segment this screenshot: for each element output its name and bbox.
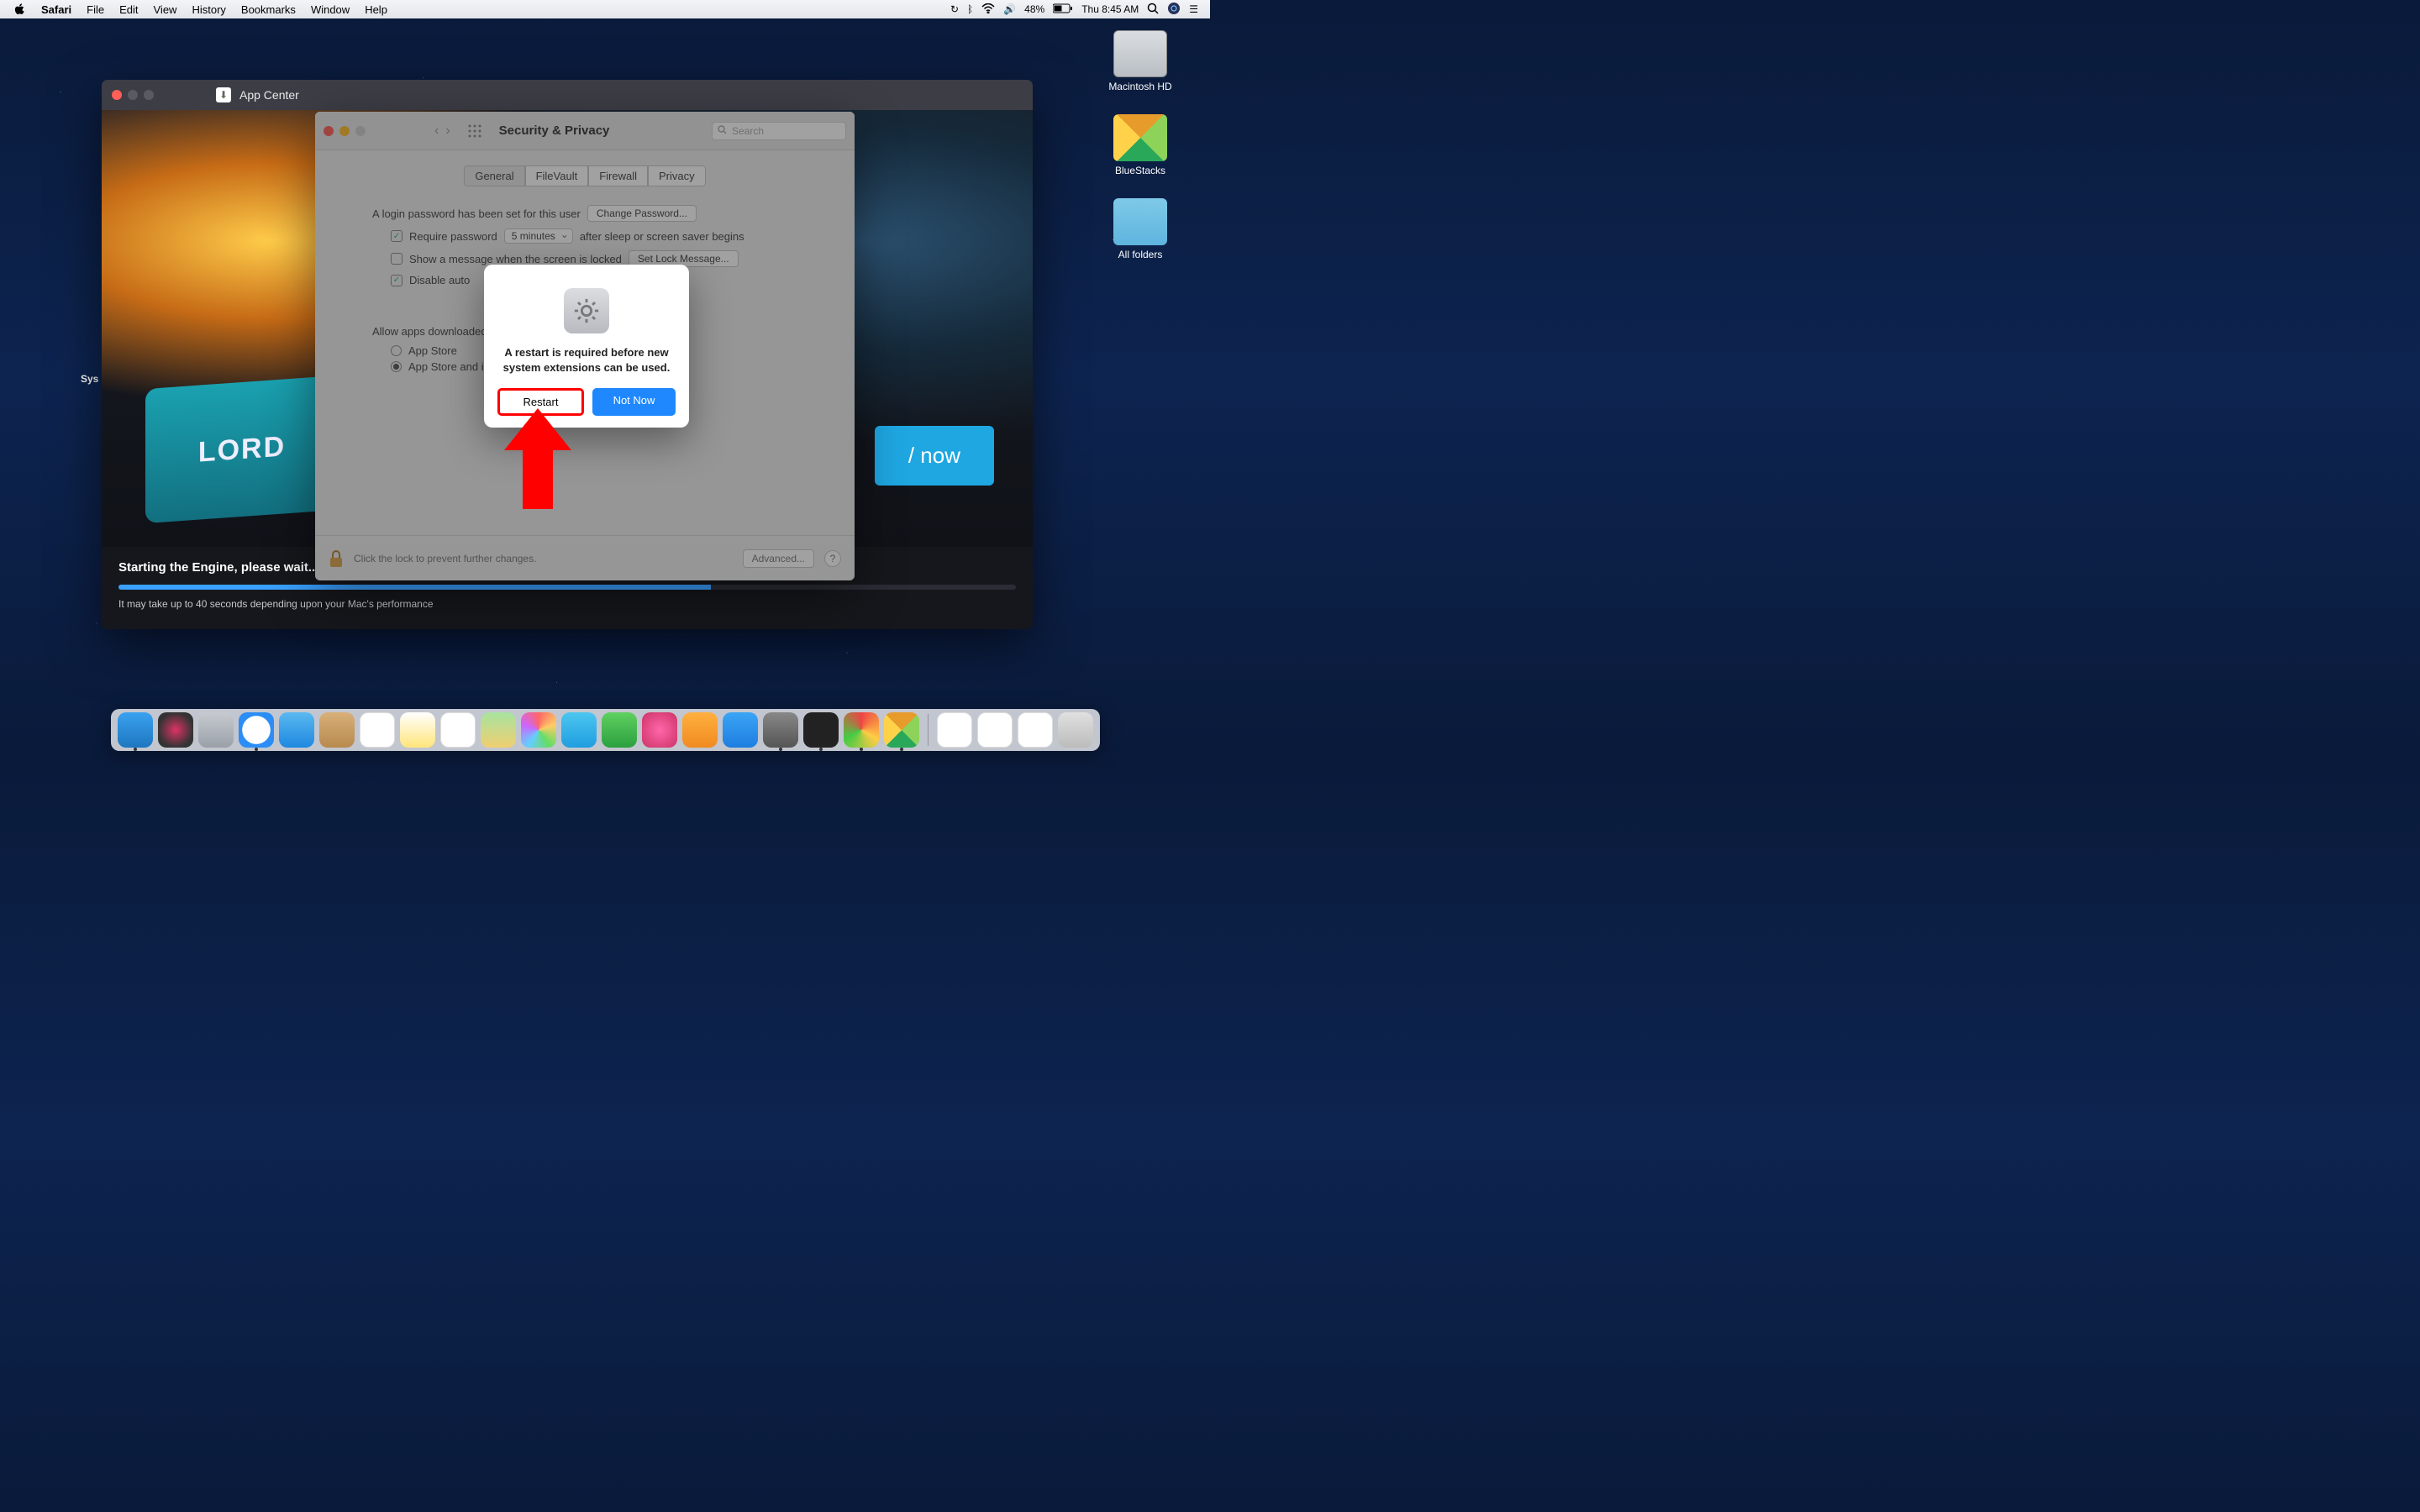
menu-help[interactable]: Help <box>357 3 395 16</box>
app-center-icon: ⬇ <box>216 87 231 102</box>
dock-messages[interactable] <box>561 712 597 748</box>
app-menu[interactable]: Safari <box>34 3 79 16</box>
battery-pct[interactable]: 48% <box>1024 3 1044 15</box>
progress-bar <box>118 585 1016 590</box>
dock-calendar[interactable] <box>360 712 395 748</box>
not-now-button[interactable]: Not Now <box>592 388 676 416</box>
desktop-icons: Macintosh HD BlueStacks All folders <box>1094 30 1186 260</box>
menu-edit[interactable]: Edit <box>112 3 145 16</box>
folder-icon <box>1113 198 1167 245</box>
dock-reminders[interactable] <box>440 712 476 748</box>
battery-icon[interactable] <box>1053 3 1073 16</box>
menu-view[interactable]: View <box>146 3 185 16</box>
dock-recent-2[interactable] <box>977 712 1013 748</box>
menu-file[interactable]: File <box>79 3 112 16</box>
clock[interactable]: Thu 8:45 AM <box>1081 3 1139 15</box>
menu-bar: Safari File Edit View History Bookmarks … <box>0 0 1210 18</box>
dock <box>0 709 1210 751</box>
dock-separator <box>928 714 929 746</box>
dock-siri[interactable] <box>158 712 193 748</box>
dock-notes[interactable] <box>400 712 435 748</box>
wifi-icon[interactable] <box>981 3 995 16</box>
desktop-label: Macintosh HD <box>1094 81 1186 92</box>
dock-ibooks[interactable] <box>682 712 718 748</box>
dock-itunes[interactable] <box>642 712 677 748</box>
dock-recent-3[interactable] <box>1018 712 1053 748</box>
dock-maps[interactable] <box>481 712 516 748</box>
dock-recent-1[interactable] <box>937 712 972 748</box>
window-title: App Center <box>239 88 299 102</box>
spotlight-icon[interactable] <box>1147 3 1159 17</box>
app-center-titlebar[interactable]: ⬇ App Center <box>102 80 1033 110</box>
game-logo: LORD <box>145 375 339 523</box>
dock-appstore[interactable] <box>723 712 758 748</box>
dock-trash[interactable] <box>1058 712 1093 748</box>
hard-drive-icon <box>1113 30 1167 77</box>
notification-center-icon[interactable]: ☰ <box>1189 3 1198 15</box>
close-button[interactable] <box>112 90 122 100</box>
dock-system-preferences[interactable] <box>763 712 798 748</box>
dock-mail[interactable] <box>279 712 314 748</box>
menu-history[interactable]: History <box>184 3 233 16</box>
dock-safari[interactable] <box>239 712 274 748</box>
bluetooth-icon[interactable]: ᛒ <box>967 3 973 15</box>
dock-contacts[interactable] <box>319 712 355 748</box>
dialog-message: A restart is required before new system … <box>497 345 676 375</box>
menu-window[interactable]: Window <box>303 3 357 16</box>
status-hint: It may take up to 40 seconds depending u… <box>118 598 1016 610</box>
apple-menu[interactable] <box>7 2 34 18</box>
dock-chrome[interactable] <box>844 712 879 748</box>
annotation-arrow <box>504 408 571 509</box>
desktop-macintosh-hd[interactable]: Macintosh HD <box>1094 30 1186 92</box>
restart-dialog: A restart is required before new system … <box>484 265 689 428</box>
siri-icon[interactable] <box>1167 2 1181 18</box>
system-preferences-icon <box>564 288 609 333</box>
dock-bluestacks[interactable] <box>884 712 919 748</box>
desktop-bluestacks[interactable]: BlueStacks <box>1094 114 1186 176</box>
dock-finder[interactable] <box>118 712 153 748</box>
dock-terminal[interactable] <box>803 712 839 748</box>
traffic-lights <box>112 90 154 100</box>
dock-photos[interactable] <box>521 712 556 748</box>
dock-launchpad[interactable] <box>198 712 234 748</box>
minimize-button[interactable] <box>128 90 138 100</box>
time-machine-icon[interactable]: ↻ <box>950 3 959 15</box>
zoom-button[interactable] <box>144 90 154 100</box>
desktop-label: All folders <box>1094 249 1186 260</box>
desktop-label: BlueStacks <box>1094 165 1186 176</box>
dock-facetime[interactable] <box>602 712 637 748</box>
bluestacks-icon <box>1113 114 1167 161</box>
play-button[interactable]: / now <box>875 426 994 486</box>
volume-icon[interactable]: 🔊 <box>1003 3 1016 15</box>
desktop-all-folders[interactable]: All folders <box>1094 198 1186 260</box>
menu-bookmarks[interactable]: Bookmarks <box>234 3 303 16</box>
